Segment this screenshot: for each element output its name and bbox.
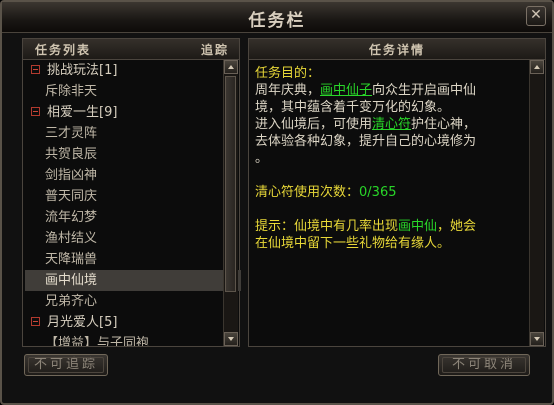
task-window: 任务栏 ✕ 任务列表 追踪 挑战玩法[1] 斥除非天相爱一生[9] 三才灵阵共贺良辰… — [0, 0, 554, 405]
title-bar[interactable]: 任务栏 ✕ — [2, 2, 552, 33]
collapse-minus-icon[interactable] — [31, 107, 40, 116]
item-link-qingxinfu[interactable]: 清心符 — [372, 117, 411, 132]
collapse-minus-icon[interactable] — [31, 317, 40, 326]
task-list-item[interactable]: 兄弟齐心 — [25, 291, 241, 312]
task-item-label: 天降瑞兽 — [45, 252, 98, 267]
cancel-task-button[interactable]: 不可取消 — [438, 354, 530, 376]
task-item-label: 渔村结义 — [45, 231, 98, 246]
window-title: 任务栏 — [248, 11, 306, 31]
task-list-item[interactable]: 流年幻梦 — [25, 207, 241, 228]
goal-line-2: 境，其中蕴含着千变万化的幻象。 — [255, 100, 451, 115]
task-item-label: 剑指凶神 — [45, 168, 98, 183]
task-item-label: 兄弟齐心 — [45, 294, 98, 309]
task-item-label: 共贺良辰 — [45, 147, 98, 162]
task-list-item[interactable]: 剑指凶神 — [25, 165, 241, 186]
task-detail-text: 任务目的： 周年庆典，画中仙子向众生开启画中仙 境，其中蕴含着千变万化的幻象。 … — [255, 65, 521, 252]
button-frame — [442, 357, 526, 373]
close-button[interactable]: ✕ — [526, 6, 546, 26]
task-list: 挑战玩法[1] 斥除非天相爱一生[9] 三才灵阵共贺良辰剑指凶神普天同庆流年幻梦渔村… — [25, 60, 241, 346]
usage-count-label: 清心符使用次数： — [255, 185, 360, 200]
task-list-title: 任务列表 — [35, 43, 92, 57]
task-list-item[interactable]: 普天同庆 — [25, 186, 241, 207]
task-list-scrollbar[interactable] — [223, 60, 238, 346]
task-item-label: 月光爱人[5] — [47, 315, 118, 330]
task-item-label: 【增益】与子同袍 — [45, 336, 150, 346]
task-category[interactable]: 相爱一生[9] — [25, 102, 241, 123]
goal-line-1: 周年庆典，画中仙子向众生开启画中仙 — [255, 82, 521, 99]
task-item-label: 普天同庆 — [45, 189, 98, 204]
tip-label: 提示： — [255, 219, 295, 234]
task-list-header: 任务列表 追踪 — [23, 39, 239, 60]
task-item-label: 三才灵阵 — [45, 126, 98, 141]
untrack-button[interactable]: 不可追踪 — [24, 354, 108, 376]
goal-text: 向众生开启画中仙 — [372, 83, 477, 98]
task-item-label: 流年幻梦 — [45, 210, 98, 225]
tip-line-1: 提示：仙境中有几率出现画中仙，她会 — [255, 218, 521, 235]
task-item-label: 画中仙境 — [45, 273, 98, 288]
task-category[interactable]: 挑战玩法[1] — [25, 60, 241, 81]
track-column-label: 追踪 — [200, 43, 229, 57]
task-list-item[interactable]: 三才灵阵 — [25, 123, 241, 144]
task-item-label: 斥除非天 — [45, 84, 98, 99]
tip-line-2: 在仙境中留下一些礼物给有缘人。 — [255, 236, 451, 251]
goal-label: 任务目的： — [255, 66, 321, 81]
task-detail-header: 任务详情 — [249, 39, 545, 60]
scroll-thumb[interactable] — [225, 76, 236, 292]
tip-text: ，她会 — [437, 219, 477, 234]
task-list-item[interactable]: 斥除非天 — [25, 81, 241, 102]
goal-line-4: 去体验各种幻象，提升自己的心境修为 — [255, 134, 477, 149]
task-item-label: 相爱一生[9] — [47, 105, 118, 120]
collapse-minus-icon[interactable] — [31, 65, 40, 74]
task-list-item[interactable]: 共贺良辰 — [25, 144, 241, 165]
goal-text: 进入仙境后，可使用 — [255, 117, 373, 132]
task-list-item[interactable]: 渔村结义 — [25, 228, 241, 249]
task-item-label: 挑战玩法[1] — [47, 63, 118, 78]
tip-text: 仙境中有几率出现 — [294, 219, 399, 234]
button-frame — [28, 357, 104, 373]
goal-line-3: 进入仙境后，可使用清心符护住心神， — [255, 116, 521, 133]
scroll-down-arrow-icon[interactable] — [224, 332, 238, 346]
task-category[interactable]: 月光爱人[5] — [25, 312, 241, 333]
usage-count-value: 0/365 — [359, 185, 397, 200]
goal-line-5: 。 — [255, 151, 269, 166]
task-list-item[interactable]: 画中仙境 — [25, 270, 241, 291]
scroll-up-arrow-icon[interactable] — [224, 60, 238, 74]
goal-text: 护住心神， — [411, 117, 477, 132]
npc-link-huazhongxianzi[interactable]: 画中仙子 — [320, 83, 372, 98]
goal-text: 周年庆典， — [255, 83, 321, 98]
task-detail-panel: 任务详情 任务目的： 周年庆典，画中仙子向众生开启画中仙 境，其中蕴含着千变万化… — [248, 38, 546, 347]
scroll-down-arrow-icon[interactable] — [530, 332, 544, 346]
task-detail-scrollbar[interactable] — [529, 60, 544, 346]
task-detail-title: 任务详情 — [368, 43, 425, 57]
task-list-panel: 任务列表 追踪 挑战玩法[1] 斥除非天相爱一生[9] 三才灵阵共贺良辰剑指凶神普天… — [22, 38, 241, 347]
task-list-item[interactable]: 【增益】与子同袍 — [25, 333, 241, 346]
scroll-up-arrow-icon[interactable] — [530, 60, 544, 74]
usage-count-line: 清心符使用次数：0/365 — [255, 184, 521, 201]
task-list-item[interactable]: 天降瑞兽 — [25, 249, 241, 270]
npc-link-huazhongxian[interactable]: 画中仙 — [398, 219, 437, 234]
